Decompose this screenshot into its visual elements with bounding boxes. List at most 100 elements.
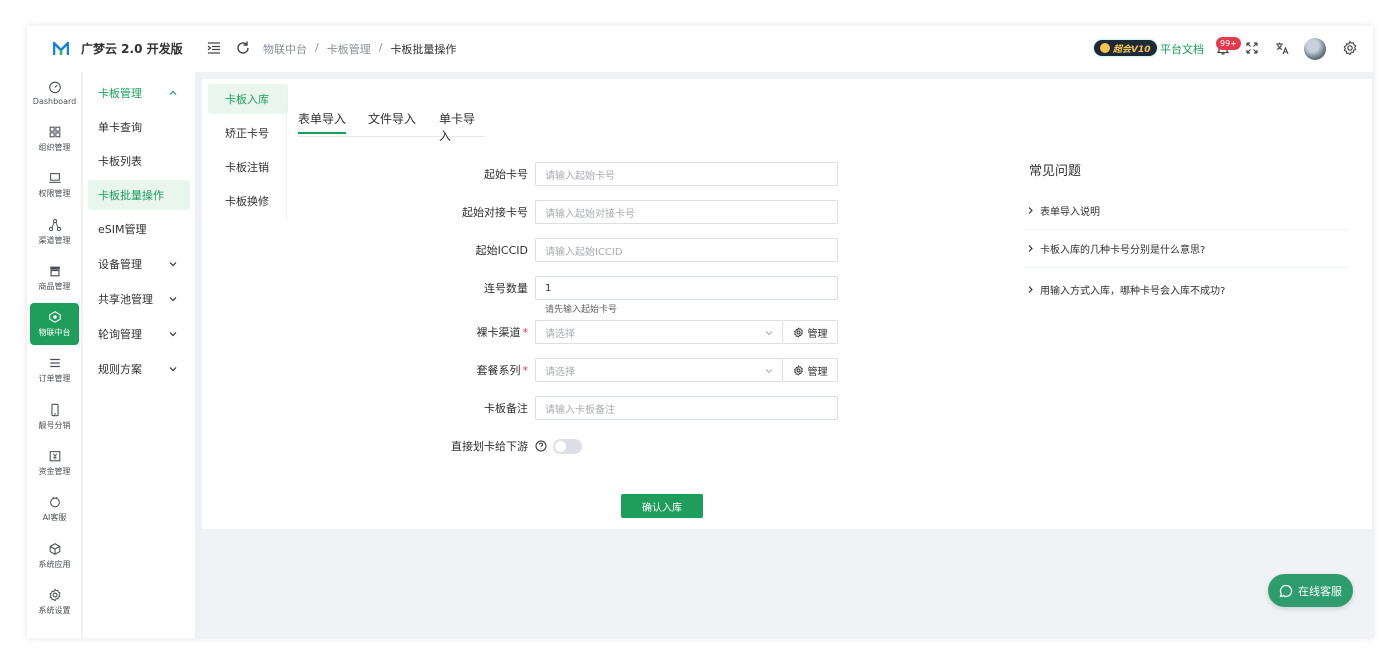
row-start-dock: 起始对接卡号 请输入起始对接卡号	[442, 200, 838, 224]
start-dock-input[interactable]: 请输入起始对接卡号	[535, 200, 838, 224]
assign-downstream-switch[interactable]	[553, 438, 582, 454]
chat-icon	[49, 496, 60, 508]
confirm-inbound-button[interactable]: 确认入库	[621, 494, 703, 518]
row-count: 连号数量 1	[442, 276, 838, 300]
rail-item-number[interactable]: 靓号分销	[30, 396, 79, 438]
row-assign: 直接划卡给下游	[442, 434, 582, 458]
package-select[interactable]: 请选择	[535, 358, 783, 382]
coin-icon	[1100, 43, 1110, 53]
submenu-item-board-list[interactable]: 卡板列表	[88, 146, 190, 176]
laptop-icon	[48, 173, 61, 183]
submenu-group-polling[interactable]: 轮询管理	[88, 319, 190, 349]
row-remark: 卡板备注 请输入卡板备注	[442, 396, 838, 420]
grid-icon	[49, 126, 60, 138]
icon-rail: Dashboard 组织管理 权限管理 渠道管理 商品管理 物联中台 订单管理	[27, 72, 82, 638]
gear-icon	[48, 588, 61, 602]
breadcrumb: 物联中台 / 卡板管理 / 卡板批量操作	[263, 41, 457, 57]
tab-cancel-board[interactable]: 卡板注销	[208, 152, 288, 182]
rail-item-apps[interactable]: 系统应用	[30, 535, 79, 577]
logo-icon	[53, 41, 69, 55]
tab-form-import[interactable]: 表单导入	[298, 110, 347, 134]
question-circle-icon[interactable]	[535, 440, 547, 452]
submenu-group-device[interactable]: 设备管理	[88, 249, 190, 279]
breadcrumb-current: 卡板批量操作	[390, 43, 457, 56]
store-icon	[49, 266, 60, 277]
phone-icon	[50, 403, 59, 417]
label-count: 连号数量	[484, 282, 528, 295]
count-hint: 请先输入起始卡号	[545, 305, 618, 315]
submenu-item-batch-ops[interactable]: 卡板批量操作	[88, 180, 190, 210]
vip-badge[interactable]: 超会V10	[1094, 40, 1157, 56]
submenu-item-esim[interactable]: eSIM管理	[88, 214, 190, 244]
submenu: 卡板管理 单卡查询 卡板列表 卡板批量操作 eSIM管理 设备管理 共享池管理 …	[83, 72, 196, 638]
tab-replace-repair[interactable]: 卡板换修	[208, 186, 288, 216]
translate-icon[interactable]	[1274, 40, 1290, 56]
submenu-group-card-board[interactable]: 卡板管理	[88, 78, 190, 108]
start-iccid-input[interactable]: 请输入起始ICCID	[535, 238, 838, 262]
label-channel: 裸卡渠道 *	[476, 326, 529, 339]
rail-item-goods[interactable]: 商品管理	[30, 257, 79, 299]
gear-icon	[793, 364, 803, 376]
cube-icon	[49, 543, 60, 555]
tab-file-import[interactable]: 文件导入	[368, 110, 416, 127]
chevron-right-icon	[1028, 285, 1033, 293]
chevron-down-icon	[765, 331, 773, 336]
rail-item-iot[interactable]: 物联中台	[30, 303, 79, 345]
rail-item-channel[interactable]: 渠道管理	[30, 211, 79, 253]
rail-item-order[interactable]: 订单管理	[30, 349, 79, 391]
chevron-down-icon	[169, 262, 177, 267]
chevron-right-icon	[1028, 245, 1033, 252]
chevron-down-icon	[169, 297, 177, 302]
avatar[interactable]	[1304, 38, 1326, 60]
chevron-down-icon	[169, 367, 177, 372]
submenu-group-rules[interactable]: 规则方案	[88, 354, 190, 384]
chevron-down-icon	[169, 332, 177, 337]
submenu-group-pool[interactable]: 共享池管理	[88, 284, 190, 314]
tab-single-import[interactable]: 单卡导入	[439, 110, 485, 144]
faq-item[interactable]: 卡板入库的几种卡号分别是什么意思?	[1024, 230, 1349, 268]
menu-fold-icon[interactable]	[206, 40, 222, 56]
rail-item-dashboard[interactable]: Dashboard	[30, 72, 79, 114]
app-window: 广梦云 2.0 开发版 物联中台 / 卡板管理 / 卡板批量操作 超会V10 平…	[27, 26, 1373, 638]
rail-item-ai-service[interactable]: AI客服	[30, 488, 79, 530]
wallet-icon	[49, 451, 60, 462]
gear-icon[interactable]	[1342, 40, 1358, 56]
refresh-icon[interactable]	[235, 40, 251, 56]
label-start-iccid: 起始ICCID	[475, 244, 528, 257]
chevron-up-icon	[169, 90, 177, 95]
online-service-button[interactable]: 在线客服	[1268, 574, 1353, 607]
top-header: 广梦云 2.0 开发版 物联中台 / 卡板管理 / 卡板批量操作 超会V10 平…	[27, 26, 1373, 72]
fullscreen-icon[interactable]	[1244, 40, 1260, 56]
remark-input[interactable]: 请输入卡板备注	[535, 396, 838, 420]
rail-item-settings[interactable]: 系统设置	[30, 581, 79, 623]
breadcrumb-item[interactable]: 卡板管理	[327, 41, 371, 57]
chevron-right-icon	[1028, 207, 1033, 214]
count-input[interactable]: 1	[535, 276, 838, 300]
channel-manage-button[interactable]: 管理	[783, 320, 838, 344]
notice-count-badge: 99+	[1216, 37, 1241, 50]
row-start-iccid: 起始ICCID 请输入起始ICCID	[442, 238, 838, 262]
channel-select[interactable]: 请选择	[535, 320, 783, 344]
platform-docs-link[interactable]: 平台文档	[1160, 41, 1204, 57]
vip-label: 超会V10	[1113, 44, 1151, 55]
label-remark: 卡板备注	[484, 402, 528, 415]
iot-icon	[48, 311, 61, 323]
import-tabs: 表单导入 文件导入 单卡导入	[298, 107, 485, 143]
rail-item-org[interactable]: 组织管理	[30, 118, 79, 160]
rail-item-funds[interactable]: 资金管理	[30, 442, 79, 484]
row-start-card: 起始卡号 请输入起始卡号	[442, 162, 838, 186]
tab-card-inbound[interactable]: 卡板入库	[208, 84, 288, 114]
faq-item[interactable]: 表单导入说明	[1024, 192, 1349, 230]
rail-item-permission[interactable]: 权限管理	[30, 164, 79, 206]
submenu-item-single-query[interactable]: 单卡查询	[88, 112, 190, 142]
faq-item[interactable]: 用输入方式入库，哪种卡号会入库不成功?	[1024, 270, 1349, 308]
label-package: 套餐系列 *	[476, 364, 529, 377]
tabnav-divider	[286, 85, 287, 219]
start-card-input[interactable]: 请输入起始卡号	[535, 162, 838, 186]
package-manage-button[interactable]: 管理	[783, 358, 838, 382]
breadcrumb-item[interactable]: 物联中台	[263, 41, 307, 57]
tab-correct-number[interactable]: 矫正卡号	[208, 118, 288, 148]
gear-icon	[793, 326, 803, 338]
faq-title: 常见问题	[1029, 164, 1082, 179]
logo[interactable]: 广梦云 2.0 开发版	[53, 40, 183, 57]
